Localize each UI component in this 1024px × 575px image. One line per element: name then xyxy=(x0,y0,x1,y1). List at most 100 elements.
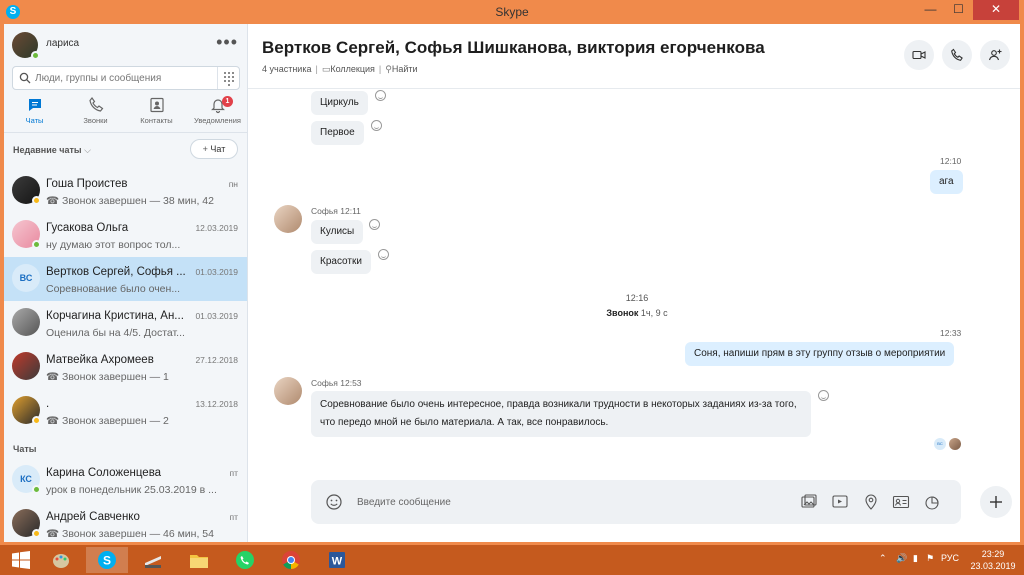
contact-card-icon[interactable] xyxy=(892,493,910,511)
tab-notifications[interactable]: 1 Уведомления xyxy=(187,94,247,132)
taskbar-skype[interactable]: S xyxy=(86,547,128,573)
taskbar-scanner[interactable] xyxy=(132,547,174,573)
chrome-icon xyxy=(282,551,300,569)
find-link[interactable]: Найти xyxy=(392,64,418,74)
tab-contacts[interactable]: Контакты xyxy=(126,94,187,132)
conversation-title: Вертков Сергей, Софья Шишканова, виктори… xyxy=(262,38,765,57)
avatar xyxy=(12,308,40,336)
system-clock[interactable]: 23:29 23.03.2019 xyxy=(968,548,1018,572)
chat-date: 27.12.2018 xyxy=(195,355,238,365)
message-bubble[interactable]: Красотки xyxy=(311,250,371,274)
chat-item[interactable]: Корчагина Кристина, Ан... 01.03.2019 Оце… xyxy=(4,301,247,345)
chat-item[interactable]: Гусакова Ольга 12.03.2019 ну думаю этот … xyxy=(4,213,247,257)
gallery-link[interactable]: Коллекция xyxy=(330,64,375,74)
video-icon xyxy=(912,50,926,60)
add-people-button[interactable] xyxy=(980,40,1010,70)
react-smiley-icon[interactable] xyxy=(369,219,380,230)
audio-call-button[interactable] xyxy=(942,40,972,70)
recent-chats-dropdown[interactable]: Недавние чаты ⌵ xyxy=(13,145,91,156)
presence-away-icon xyxy=(32,196,41,205)
presence-online-icon xyxy=(31,51,40,60)
poll-icon[interactable] xyxy=(923,493,941,511)
conversation-meta: 4 участника | ▭ Коллекция | ⚲ Найти xyxy=(262,64,418,74)
sender-avatar[interactable] xyxy=(274,377,302,405)
tray-arrow-icon[interactable]: ⌃ xyxy=(879,553,887,564)
speaker-icon[interactable]: 🔊 xyxy=(896,553,907,564)
chat-date: 01.03.2019 xyxy=(195,311,238,321)
chats-section-label: Чаты xyxy=(13,444,37,454)
chat-item[interactable]: Андрей Савченко пт ☎ Звонок завершен — 4… xyxy=(4,502,247,542)
taskbar-chrome[interactable] xyxy=(270,547,312,573)
call-time: 12:16 xyxy=(625,293,649,303)
svg-text:W: W xyxy=(332,556,343,568)
chat-item[interactable]: Гоша Проистев пн ☎ Звонок завершен — 38 … xyxy=(4,169,247,213)
flag-icon[interactable]: ⚑ xyxy=(926,553,934,564)
chat-item[interactable]: . 13.12.2018 ☎ Звонок завершен — 2 xyxy=(4,389,247,433)
profile[interactable]: лариса ••• xyxy=(12,32,242,60)
tab-calls[interactable]: Звонки xyxy=(65,94,126,132)
message-bubble[interactable]: Соревнование было очень интересное, прав… xyxy=(311,391,811,437)
emoji-icon[interactable] xyxy=(325,493,343,511)
message-time: 12:33 xyxy=(940,328,962,338)
message-bubble[interactable]: Кулисы xyxy=(311,220,364,244)
more-actions-button[interactable] xyxy=(980,486,1012,518)
react-smiley-icon[interactable] xyxy=(378,249,389,260)
network-icon[interactable]: ▮ xyxy=(913,553,918,564)
react-smiley-icon[interactable] xyxy=(371,120,382,131)
presence-away-icon xyxy=(32,416,41,425)
chat-preview: ☎ Звонок завершен — 46 мин, 54 xyxy=(46,528,214,540)
message-bubble[interactable]: Первое xyxy=(311,121,364,145)
react-smiley-icon[interactable] xyxy=(375,90,386,101)
search-box[interactable] xyxy=(12,66,240,90)
search-icon: ⚲ xyxy=(385,64,392,74)
chat-preview: Соревнование было очен... xyxy=(46,283,181,295)
message-bubble-own[interactable]: Соня, напиши прям в эту группу отзыв о м… xyxy=(685,342,955,366)
avatar xyxy=(12,352,40,380)
dialpad-icon[interactable] xyxy=(217,67,239,89)
call-ended-icon: ☎ xyxy=(46,371,62,383)
chat-name: Гоша Проистев xyxy=(46,178,128,190)
start-button[interactable] xyxy=(0,547,42,573)
conversation-pane: Вертков Сергей, Софья Шишканова, виктори… xyxy=(248,24,1020,542)
taskbar-word[interactable]: W xyxy=(316,547,358,573)
tab-chats[interactable]: Чаты xyxy=(4,94,65,132)
more-options-icon[interactable]: ••• xyxy=(216,32,238,53)
skype-app: лариса ••• Чаты Звонки Контакты xyxy=(4,24,1020,542)
location-icon[interactable] xyxy=(862,493,880,511)
gallery-icon[interactable] xyxy=(800,493,818,511)
participants-link[interactable]: 4 участника xyxy=(262,64,311,74)
video-call-button[interactable] xyxy=(904,40,934,70)
message-input[interactable] xyxy=(357,494,737,510)
sidebar-divider xyxy=(4,132,247,133)
chat-item[interactable]: Матвейка Ахромеев 27.12.2018 ☎ Звонок за… xyxy=(4,345,247,389)
whatsapp-icon xyxy=(236,551,254,569)
chat-item[interactable]: КС Карина Соложенцева пт урок в понедель… xyxy=(4,458,247,502)
search-input[interactable] xyxy=(35,70,215,86)
call-ended-icon: ☎ xyxy=(46,415,62,427)
minimize-button[interactable]: — xyxy=(917,0,944,20)
presence-online-icon xyxy=(32,485,41,494)
chat-date: пн xyxy=(228,179,238,189)
message-bubble-own[interactable]: ага xyxy=(930,170,963,194)
plus-icon: + xyxy=(202,144,208,154)
video-message-icon[interactable] xyxy=(831,493,849,511)
folder-icon xyxy=(190,555,208,568)
sender-avatar[interactable] xyxy=(274,205,302,233)
chat-item-selected[interactable]: ВС Вертков Сергей, Софья ... 01.03.2019 … xyxy=(4,257,247,301)
new-chat-button[interactable]: + Чат xyxy=(190,139,238,159)
maximize-button[interactable]: ☐ xyxy=(945,0,972,20)
taskbar-whatsapp[interactable] xyxy=(224,547,266,573)
language-indicator[interactable]: РУС xyxy=(941,553,959,563)
taskbar-file-explorer[interactable] xyxy=(178,547,220,573)
add-person-icon xyxy=(988,49,1002,61)
sender-name-time: Софья 12:53 xyxy=(311,378,362,388)
react-smiley-icon[interactable] xyxy=(818,390,829,401)
taskbar-paint[interactable] xyxy=(40,547,82,573)
message-bubble[interactable]: Циркуль xyxy=(311,91,368,115)
close-button[interactable]: ✕ xyxy=(973,0,1019,20)
clock-date: 23.03.2019 xyxy=(970,561,1016,571)
skype-icon: S xyxy=(98,551,116,569)
message-composer xyxy=(311,480,961,524)
chat-name: Андрей Савченко xyxy=(46,511,140,523)
phone-icon xyxy=(951,48,963,61)
